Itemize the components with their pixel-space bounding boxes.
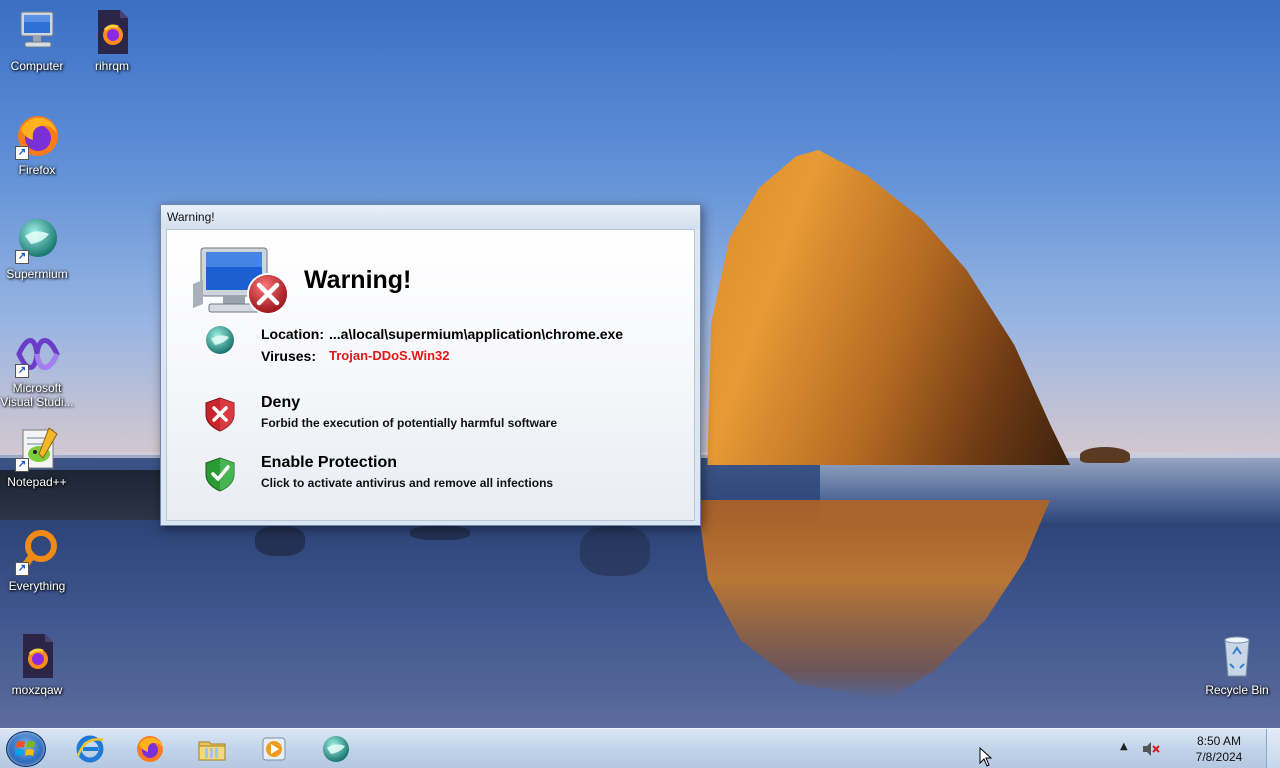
supermium-icon [321, 734, 351, 764]
firefox-icon: ↗ [13, 112, 61, 160]
dialog-title-bar[interactable]: Warning! [161, 205, 700, 229]
file-explorer-icon [197, 734, 227, 764]
taskbar-supermium[interactable] [308, 732, 364, 766]
desktop-icon-label: Notepad++ [7, 475, 67, 489]
enable-protection-option-title: Enable Protection [261, 454, 398, 471]
computer-error-icon [193, 244, 295, 320]
internet-explorer-icon [75, 734, 105, 764]
desktop-icon-label: Microsoft Visual Studi... [0, 381, 74, 409]
speaker-muted-icon[interactable] [1142, 741, 1160, 757]
deny-option-title: Deny [261, 394, 301, 411]
green-shield-check-icon [203, 456, 237, 492]
wallpaper-reflection-shape [580, 526, 650, 576]
warning-dialog: Warning! Warning! Location: ...a\local\s… [160, 204, 701, 526]
dialog-body: Warning! Location: ...a\local\supermium\… [166, 229, 695, 521]
desktop-icon-label: Firefox [18, 163, 56, 177]
desktop-icon-label: Computer [10, 59, 64, 73]
start-button[interactable] [6, 731, 46, 767]
taskbar-internet-explorer[interactable] [62, 732, 118, 766]
dialog-window-title: Warning! [167, 210, 215, 224]
clock-date: 7/8/2024 [1195, 750, 1243, 764]
desktop-icon-rihrqm[interactable]: rihrqm [75, 8, 149, 73]
wallpaper-reflection-shape [410, 526, 470, 540]
shortcut-arrow-icon: ↗ [15, 562, 29, 576]
mouse-cursor-icon [979, 746, 993, 767]
desktop-icon-everything[interactable]: ↗ Everything [0, 528, 74, 593]
desktop-icon-label: Supermium [6, 267, 68, 281]
notepad-plus-plus-icon: ↗ [13, 424, 61, 472]
media-player-icon [259, 734, 289, 764]
wallpaper-small-rock [1080, 447, 1130, 463]
firefox-file-icon [13, 632, 61, 680]
taskbar-clock[interactable]: 8:50 AM 7/8/2024 [1184, 733, 1254, 765]
visual-studio-icon: ↗ [13, 330, 61, 378]
red-shield-x-icon [203, 396, 237, 432]
desktop-icon-label: rihrqm [94, 59, 129, 73]
desktop-icon-recycle-bin[interactable]: Recycle Bin [1200, 632, 1274, 697]
warning-heading: Warning! [304, 266, 412, 294]
supermium-icon: ↗ [13, 216, 61, 264]
viruses-label: Viruses: [261, 348, 316, 364]
deny-option-button[interactable]: Deny Forbid the execution of potentially… [197, 390, 677, 440]
taskbar-file-explorer[interactable] [184, 732, 240, 766]
shortcut-arrow-icon: ↗ [15, 250, 29, 264]
show-desktop-button[interactable] [1266, 729, 1280, 768]
firefox-file-icon [88, 8, 136, 56]
desktop-icon-computer[interactable]: Computer [0, 8, 74, 73]
recycle-bin-icon [1213, 632, 1261, 680]
enable-protection-option-description: Click to activate antivirus and remove a… [261, 476, 554, 490]
taskbar: ▲ 8:50 AM 7/8/2024 [0, 728, 1280, 768]
desktop-icon-label: Recycle Bin [1205, 683, 1269, 697]
desktop-icon-firefox[interactable]: ↗ Firefox [0, 112, 74, 177]
desktop-icon-moxzqaw[interactable]: moxzqaw [0, 632, 74, 697]
show-hidden-icons-chevron-icon[interactable]: ▲ [1120, 741, 1128, 752]
taskbar-media-player[interactable] [246, 732, 302, 766]
desktop-icon-visual-studio[interactable]: ↗ Microsoft Visual Studi... [0, 330, 74, 409]
desktop-icon-notepadpp[interactable]: ↗ Notepad++ [0, 424, 74, 489]
desktop-icon-supermium[interactable]: ↗ Supermium [0, 216, 74, 281]
desktop-icon-label: Everything [8, 579, 66, 593]
deny-option-description: Forbid the execution of potentially harm… [261, 416, 558, 430]
shortcut-arrow-icon: ↗ [15, 146, 29, 160]
computer-icon [13, 8, 61, 56]
everything-search-icon: ↗ [13, 528, 61, 576]
windows-logo-icon [15, 741, 35, 756]
viruses-value: Trojan-DDoS.Win32 [329, 348, 450, 363]
location-value: ...a\local\supermium\application\chrome.… [329, 326, 624, 342]
taskbar-firefox[interactable] [122, 732, 178, 766]
location-label: Location: [261, 326, 324, 342]
desktop-icon-label: moxzqaw [11, 683, 63, 697]
clock-time: 8:50 AM [1196, 734, 1242, 748]
enable-protection-option-button[interactable]: Enable Protection Click to activate anti… [197, 450, 677, 500]
shortcut-arrow-icon: ↗ [15, 458, 29, 472]
shortcut-arrow-icon: ↗ [15, 364, 29, 378]
firefox-icon [135, 734, 165, 764]
wallpaper-reflection-shape [255, 526, 305, 556]
supermium-icon [203, 324, 237, 360]
